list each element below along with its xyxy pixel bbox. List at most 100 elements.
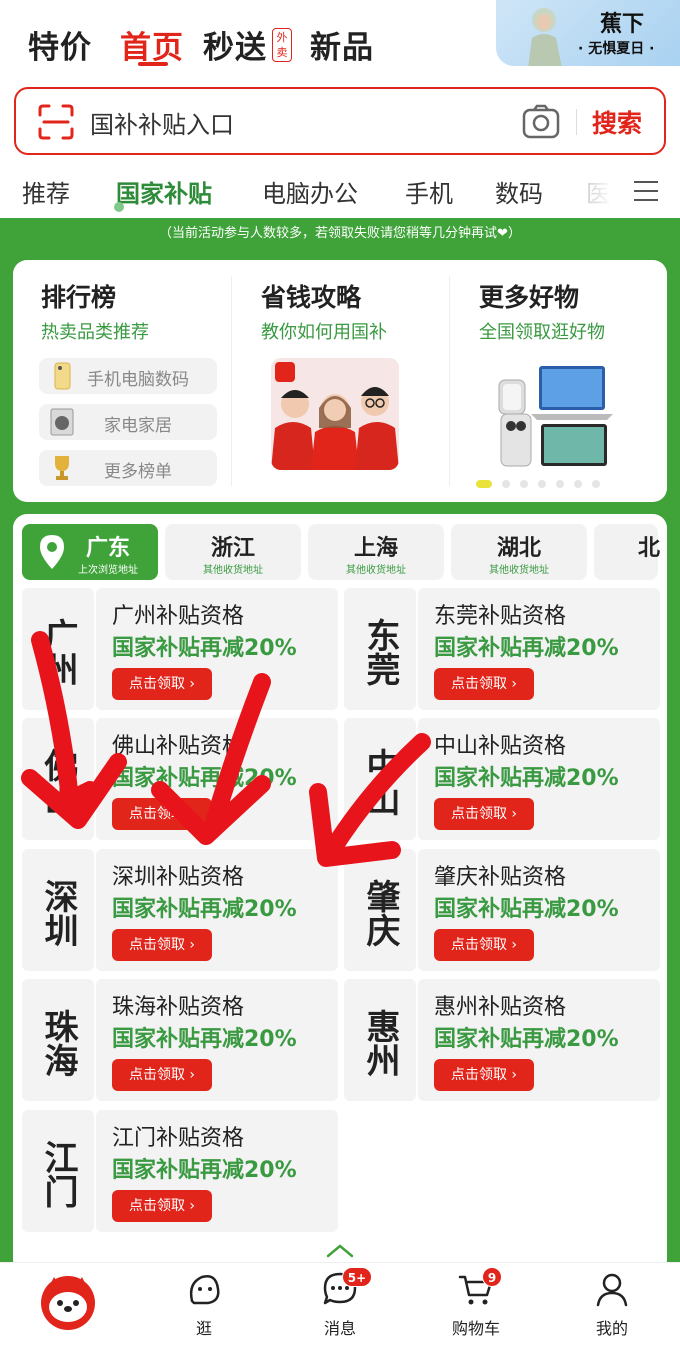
city-subsidy-title: 珠海补贴资格 — [112, 995, 245, 1020]
claim-button[interactable]: 点击领取 › — [112, 668, 212, 700]
carousel-dot[interactable] — [476, 480, 492, 488]
search-button[interactable]: 搜索 — [592, 104, 642, 140]
jd-mascot-icon — [41, 1276, 95, 1330]
carousel-dot[interactable] — [592, 480, 600, 488]
tab-special-offer[interactable]: 特价 — [28, 22, 92, 67]
city-discount: 国家补贴再减20% — [112, 1027, 297, 1052]
rank-item-label: 手机电脑数码 — [87, 370, 189, 390]
province-tab-zhejiang[interactable]: 浙江 其他收货地址 — [165, 524, 301, 580]
city-discount: 国家补贴再减20% — [434, 636, 619, 661]
city-subsidy-title: 肇庆补贴资格 — [434, 865, 567, 890]
nav-label: 消息 — [323, 1319, 356, 1338]
city-subsidy-title: 惠州补贴资格 — [434, 995, 567, 1020]
nav-label: 我的 — [595, 1319, 628, 1338]
feature-cards: 排行榜 热卖品类推荐 手机电脑数码 家电家居 更多榜单 省钱攻略 教你如何用国补… — [13, 260, 667, 502]
province-tab-shanghai[interactable]: 上海 其他收货地址 — [308, 524, 444, 580]
search-input[interactable]: 国补补贴入口 — [90, 105, 234, 140]
claim-button[interactable]: 点击领取 › — [112, 798, 212, 830]
ranking-card[interactable]: 排行榜 热卖品类推荐 手机电脑数码 家电家居 更多榜单 — [13, 260, 231, 502]
city-discount: 国家补贴再减20% — [434, 897, 619, 922]
tab-home[interactable]: 首页 — [120, 22, 184, 67]
claim-button[interactable]: 点击领取 › — [434, 1059, 534, 1091]
carousel-dot[interactable] — [574, 480, 582, 488]
city-card[interactable]: 广州 广州补贴资格 国家补贴再减20% 点击领取 › — [22, 588, 338, 710]
more-goods-title: 更多好物 — [479, 283, 580, 312]
carousel-dot[interactable] — [556, 480, 564, 488]
search-bar[interactable]: 国补补贴入口 搜索 — [14, 87, 666, 155]
city-card[interactable]: 佛山 佛山补贴资格 国家补贴再减20% 点击领取 › — [22, 718, 338, 840]
claim-button[interactable]: 点击领取 › — [112, 1190, 212, 1222]
guide-card[interactable]: 省钱攻略 教你如何用国补 — [231, 260, 449, 502]
province-tab-guangdong[interactable]: 广东 上次浏览地址 — [22, 524, 158, 580]
city-info: 东莞补贴资格国家补贴再减20% 点击领取 › — [418, 588, 660, 710]
nav-messages[interactable]: 5+ 消息 — [280, 1263, 400, 1354]
city-name-box: 江门 — [22, 1110, 94, 1232]
spokespeople-image — [271, 358, 399, 470]
city-card[interactable]: 珠海 珠海补贴资格国家补贴再减20% 点击领取 › — [22, 979, 338, 1101]
province-sub: 其他收货地址 — [489, 565, 549, 576]
city-name-box: 珠海 — [22, 979, 94, 1101]
nav-home[interactable] — [8, 1263, 128, 1354]
claim-button[interactable]: 点击领取 › — [434, 668, 534, 700]
city-card[interactable]: 江门 江门补贴资格 国家补贴再减20% 点击领取 › — [22, 1110, 338, 1232]
city-info: 中山补贴资格 国家补贴再减20% 点击领取 › — [418, 718, 660, 840]
category-phone[interactable]: 手机 — [405, 174, 453, 209]
city-card[interactable]: 东莞 东莞补贴资格 国家补贴再减20% 点击领取 › — [344, 588, 660, 710]
claim-button[interactable]: 点击领取 › — [434, 929, 534, 961]
city-name: 佛山 — [38, 748, 78, 816]
city-info: 肇庆补贴资格国家补贴再减20% 点击领取 › — [418, 849, 660, 971]
rank-item-appliance[interactable]: 家电家居 — [39, 404, 217, 440]
takeout-tag: 外卖 — [272, 28, 292, 62]
category-fade — [574, 164, 624, 216]
city-name: 江门 — [38, 1140, 78, 1208]
ranking-subtitle: 热卖品类推荐 — [41, 322, 149, 343]
collapse-arrow-icon[interactable] — [326, 1244, 354, 1258]
camera-icon[interactable] — [522, 104, 560, 140]
nav-stroll[interactable]: 逛 — [144, 1263, 264, 1354]
claim-button[interactable]: 点击领取 › — [112, 1059, 212, 1091]
city-card[interactable]: 中山 中山补贴资格 国家补贴再减20% 点击领取 › — [344, 718, 660, 840]
province-tab-hubei[interactable]: 湖北 其他收货地址 — [451, 524, 587, 580]
claim-button[interactable]: 点击领取 › — [434, 798, 534, 830]
stroll-icon — [189, 1275, 220, 1305]
bottom-navigation: 逛 5+ 消息 9 购物车 我的 — [0, 1262, 680, 1354]
search-divider — [576, 109, 577, 135]
category-national-subsidy[interactable]: 国家补贴 — [116, 174, 212, 209]
category-computer-office[interactable]: 电脑办公 — [262, 174, 358, 209]
activity-notice: （当前活动参与人数较多，若领取失败请您稍等几分钟再试❤） — [159, 226, 521, 241]
province-tab-beijing[interactable]: 北 — [594, 524, 660, 580]
promo-model-image — [528, 8, 562, 66]
message-badge: 5+ — [342, 1267, 372, 1287]
more-goods-card[interactable]: 更多好物 全国领取逛好物 — [449, 260, 667, 502]
nav-label: 逛 — [195, 1319, 212, 1338]
category-bar: 推荐 国家补贴 电脑办公 手机 数码 医 — [0, 164, 680, 216]
nav-profile[interactable]: 我的 — [552, 1263, 672, 1354]
city-card[interactable]: 肇庆 肇庆补贴资格 国家补贴再减20% 点击领取 › — [344, 849, 660, 971]
promo-banner[interactable]: 蕉下 · 无惧夏日 · — [496, 0, 680, 66]
ranking-title: 排行榜 — [41, 283, 117, 312]
category-digital[interactable]: 数码 — [495, 174, 543, 209]
category-recommend[interactable]: 推荐 — [22, 174, 70, 209]
city-card[interactable]: 深圳 深圳补贴资格 国家补贴再减20% 点击领取 › — [22, 849, 338, 971]
city-subsidy-title: 中山补贴资格 — [434, 734, 567, 759]
menu-icon[interactable] — [634, 180, 658, 202]
rank-item-digital[interactable]: 手机电脑数码 — [39, 358, 217, 394]
city-info: 佛山补贴资格 国家补贴再减20% 点击领取 › — [96, 718, 338, 840]
rank-item-more[interactable]: 更多榜单 — [39, 450, 217, 486]
claim-button[interactable]: 点击领取 › — [112, 929, 212, 961]
carousel-dot[interactable] — [538, 480, 546, 488]
top-navigation: 特价 首页 秒送 外卖 新品 蕉下 · 无惧夏日 · — [0, 0, 680, 84]
city-name: 深圳 — [38, 879, 78, 947]
city-subsidy-title: 深圳补贴资格 — [112, 865, 245, 890]
scan-icon[interactable] — [38, 104, 74, 140]
carousel-dot[interactable] — [502, 480, 510, 488]
city-card[interactable]: 惠州 惠州补贴资格 国家补贴再减20% 点击领取 › — [344, 979, 660, 1101]
tab-instant-delivery[interactable]: 秒送 — [203, 22, 267, 67]
tab-new-products[interactable]: 新品 — [310, 22, 374, 67]
carousel-dot[interactable] — [520, 480, 528, 488]
electronics-image — [498, 366, 613, 467]
city-subsidy-title: 东莞补贴资格 — [434, 604, 567, 629]
city-name-box: 广州 — [22, 588, 94, 710]
nav-cart[interactable]: 9 购物车 — [416, 1263, 536, 1354]
city-discount: 国家补贴再减20% — [112, 636, 297, 661]
